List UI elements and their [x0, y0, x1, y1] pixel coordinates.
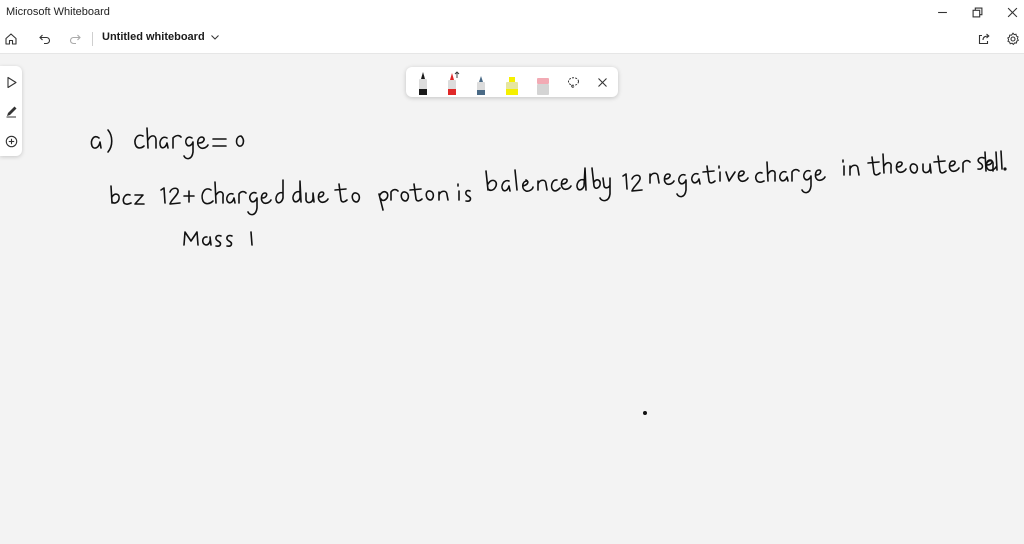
black-pen[interactable]	[414, 71, 432, 95]
minimize-button[interactable]	[925, 0, 959, 24]
handwriting-line-1	[90, 127, 245, 160]
redo-icon	[70, 34, 81, 45]
select-icon	[6, 76, 17, 88]
add-content-button[interactable]	[3, 133, 19, 149]
undo-icon	[39, 34, 50, 45]
yellow-highlighter[interactable]	[503, 71, 521, 95]
settings-icon	[1007, 32, 1019, 46]
close-icon	[597, 77, 607, 87]
left-tool-rail	[0, 66, 22, 156]
minimize-icon	[937, 11, 947, 13]
toolbar-divider	[92, 32, 93, 46]
handwriting-line-2	[110, 150, 1007, 216]
whiteboard-canvas[interactable]	[0, 55, 1024, 544]
handwriting-layer	[90, 127, 1007, 415]
pen-tool-button[interactable]	[3, 103, 19, 119]
lasso-select-button[interactable]	[564, 73, 582, 91]
chevron-down-icon	[210, 35, 219, 40]
lasso-icon	[567, 76, 579, 88]
home-button[interactable]	[0, 29, 22, 49]
redo-button[interactable]	[64, 29, 86, 49]
close-window-button[interactable]	[995, 0, 1024, 24]
eraser[interactable]	[534, 71, 552, 95]
document-title: Untitled whiteboard	[102, 31, 205, 43]
handwriting-line-3	[183, 231, 253, 247]
blue-pen[interactable]	[472, 71, 490, 95]
select-tool-button[interactable]	[3, 74, 19, 90]
share-icon	[978, 33, 990, 45]
settings-button[interactable]	[1002, 29, 1024, 49]
ink-dot	[642, 410, 647, 415]
title-bar: Microsoft Whiteboard	[0, 0, 1024, 24]
app-title: Microsoft Whiteboard	[6, 6, 110, 18]
undo-button[interactable]	[34, 29, 56, 49]
home-icon	[5, 33, 17, 45]
restore-button[interactable]	[960, 0, 994, 24]
close-icon	[1007, 7, 1017, 17]
red-pen[interactable]	[443, 71, 461, 95]
pen-icon	[6, 106, 16, 117]
share-button[interactable]	[973, 29, 995, 49]
add-icon	[5, 135, 17, 147]
app-toolbar: Untitled whiteboard	[0, 24, 1024, 54]
pen-tray	[406, 67, 618, 97]
document-title-menu[interactable]: Untitled whiteboard	[102, 31, 220, 43]
restore-icon	[972, 7, 982, 17]
close-tray-button[interactable]	[593, 73, 611, 91]
